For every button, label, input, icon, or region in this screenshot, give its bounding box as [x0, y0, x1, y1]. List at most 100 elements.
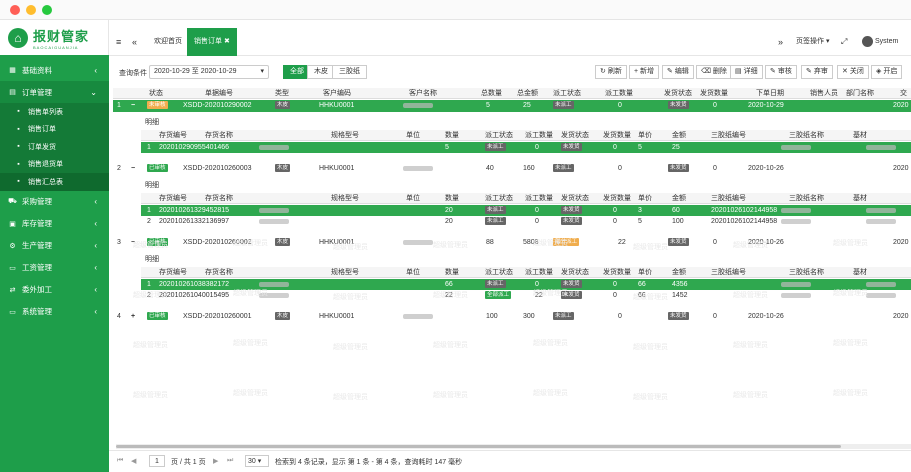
col-code[interactable]: 单据编号: [205, 88, 233, 99]
detail-col[interactable]: 单价: [638, 193, 652, 204]
detail-col[interactable]: 存货编号: [159, 130, 187, 141]
submenu-returns[interactable]: ▪ 销售退货单: [0, 156, 109, 174]
detail-col[interactable]: 三胶纸名称: [789, 130, 824, 141]
table-row[interactable]: 4 + 已审核 XSDD-202010260001 木皮 HHKU0001 100 300 未派…: [113, 311, 911, 323]
horizontal-scrollbar[interactable]: [116, 444, 911, 449]
col-dispatch-qty[interactable]: 派工数量: [605, 88, 633, 99]
col-amount[interactable]: 总金额: [517, 88, 538, 99]
col-status[interactable]: 状态: [149, 88, 163, 99]
detail-col[interactable]: 存货编号: [159, 193, 187, 204]
detail-col[interactable]: 规格型号: [331, 267, 359, 278]
sidebar-item-system[interactable]: ▭ 系统管理 ‹: [0, 301, 109, 323]
detail-col[interactable]: 基材: [853, 130, 867, 141]
detail-col[interactable]: 派工数量: [525, 267, 553, 278]
detail-col[interactable]: 发货数量: [603, 193, 631, 204]
edit-button[interactable]: ✎ 编辑: [662, 65, 694, 79]
expand-toggle-icon[interactable]: −: [131, 163, 135, 174]
detail-col[interactable]: 派工状态: [485, 267, 513, 278]
col-ship[interactable]: 发货状态: [664, 88, 692, 99]
detail-col[interactable]: 存货编号: [159, 267, 187, 278]
detail-col[interactable]: 存货名称: [205, 130, 233, 141]
sidebar-item-production[interactable]: ⚙ 生产管理 ‹: [0, 235, 109, 257]
detail-row[interactable]: 1 202010261329452815 20 未派工 0 未发货 0 3 60 20201026…: [141, 205, 911, 216]
sidebar-item-outsourcing[interactable]: ⇄ 委外加工 ‹: [0, 279, 109, 301]
fullscreen-icon[interactable]: ⤢: [834, 28, 854, 56]
detail-col[interactable]: 三胶纸名称: [789, 267, 824, 278]
col-cust-code[interactable]: 客户编码: [323, 88, 351, 99]
detail-col[interactable]: 存货名称: [205, 193, 233, 204]
close-window-dot[interactable]: [10, 5, 20, 15]
page-size-select[interactable]: 30 ▾: [245, 455, 269, 467]
detail-col[interactable]: 派工状态: [485, 130, 513, 141]
expand-toggle-icon[interactable]: −: [131, 100, 135, 111]
sidebar-item-basic-data[interactable]: ▦ 基础资料 ‹: [0, 59, 109, 81]
table-row[interactable]: 2 − 已审核 XSDD-202010260003 木皮 HHKU0001 40 160 未派工…: [113, 163, 911, 175]
refresh-button[interactable]: ↻ 刷新: [595, 65, 627, 79]
expand-toggle-icon[interactable]: +: [131, 311, 135, 322]
date-range-input[interactable]: 2020-10-29 至 2020-10-29 ▾: [149, 65, 269, 79]
table-row[interactable]: 1 − 未审核 XSDD-202010290002 木皮 HHKU0001 5 25 未派工 0 未…: [113, 100, 911, 112]
maximize-window-dot[interactable]: [42, 5, 52, 15]
detail-col[interactable]: 规格型号: [331, 130, 359, 141]
user-menu[interactable]: System: [855, 28, 905, 56]
filter-paper[interactable]: 三胶纸: [332, 65, 367, 79]
submenu-delivery[interactable]: ▪ 订单发货: [0, 138, 109, 156]
detail-col[interactable]: 三胶纸编号: [711, 130, 746, 141]
delete-button[interactable]: ⌫ 删除: [696, 65, 732, 79]
col-qty[interactable]: 总数量: [481, 88, 502, 99]
detail-col[interactable]: 三胶纸名称: [789, 193, 824, 204]
minimize-window-dot[interactable]: [26, 5, 36, 15]
detail-row[interactable]: 2 202010261332136997 20 未派工 0 未发货 0 5 100 2020102…: [141, 216, 911, 227]
add-button[interactable]: + 新增: [629, 65, 660, 79]
detail-col[interactable]: 金额: [672, 193, 686, 204]
detail-col[interactable]: 数量: [445, 130, 459, 141]
col-sales[interactable]: 销售人员: [810, 88, 838, 99]
detail-col[interactable]: 发货状态: [561, 193, 589, 204]
detail-col[interactable]: 基材: [853, 267, 867, 278]
submenu-sales-list[interactable]: ▪ 销售单列表: [0, 103, 109, 121]
col-ship-qty[interactable]: 发货数量: [700, 88, 728, 99]
detail-col[interactable]: 单价: [638, 267, 652, 278]
submenu-summary[interactable]: ▪ 销售汇总表: [0, 173, 109, 191]
detail-col[interactable]: 金额: [672, 267, 686, 278]
page-input[interactable]: 1: [149, 455, 165, 467]
detail-col[interactable]: 派工状态: [485, 193, 513, 204]
approve-button[interactable]: ✎ 审核: [765, 65, 797, 79]
detail-col[interactable]: 单位: [406, 193, 420, 204]
last-page-icon[interactable]: ⏭: [227, 457, 233, 465]
col-date[interactable]: 下单日期: [756, 88, 784, 99]
first-page-icon[interactable]: ⏮: [117, 457, 123, 465]
detail-col[interactable]: 派工数量: [525, 193, 553, 204]
scrollbar-thumb[interactable]: [116, 445, 841, 448]
col-type[interactable]: 类型: [275, 88, 289, 99]
detail-row[interactable]: 1 202010290955401466 5 未派工 0 未发货 0 5 25: [141, 142, 911, 153]
detail-col[interactable]: 发货状态: [561, 130, 589, 141]
detail-col[interactable]: 发货数量: [603, 130, 631, 141]
detail-col[interactable]: 金额: [672, 130, 686, 141]
tab-welcome[interactable]: 欢迎首页: [147, 28, 189, 56]
col-dept[interactable]: 部门名称: [846, 88, 874, 99]
detail-col[interactable]: 数量: [445, 193, 459, 204]
col-more[interactable]: 交: [900, 88, 907, 99]
sidebar-item-wages[interactable]: ▭ 工资管理 ‹: [0, 257, 109, 279]
col-dispatch[interactable]: 派工状态: [553, 88, 581, 99]
detail-col[interactable]: 规格型号: [331, 193, 359, 204]
close-order-button[interactable]: ✕ 关闭: [837, 65, 869, 79]
detail-col[interactable]: 数量: [445, 267, 459, 278]
close-tab-icon[interactable]: ✖: [224, 38, 230, 45]
detail-col[interactable]: 单位: [406, 130, 420, 141]
sidebar-item-inventory[interactable]: ▣ 库存管理 ‹: [0, 213, 109, 235]
col-cust-name[interactable]: 客户名称: [409, 88, 437, 99]
unapprove-button[interactable]: ✎ 弃审: [801, 65, 833, 79]
detail-col[interactable]: 发货数量: [603, 267, 631, 278]
detail-col[interactable]: 派工数量: [525, 130, 553, 141]
detail-col[interactable]: 单价: [638, 130, 652, 141]
prev-page-icon[interactable]: ◀: [131, 457, 136, 465]
page-ops-dropdown[interactable]: 页签操作 ▾: [789, 28, 836, 56]
sidebar-item-purchase[interactable]: ⛟ 采购管理 ‹: [0, 191, 109, 213]
detail-col[interactable]: 存货名称: [205, 267, 233, 278]
tab-scroll-left-icon[interactable]: «: [125, 28, 144, 56]
sidebar-item-orders[interactable]: ▤ 订单管理 ⌄: [0, 81, 109, 103]
detail-col[interactable]: 基材: [853, 193, 867, 204]
detail-col[interactable]: 三胶纸编号: [711, 267, 746, 278]
